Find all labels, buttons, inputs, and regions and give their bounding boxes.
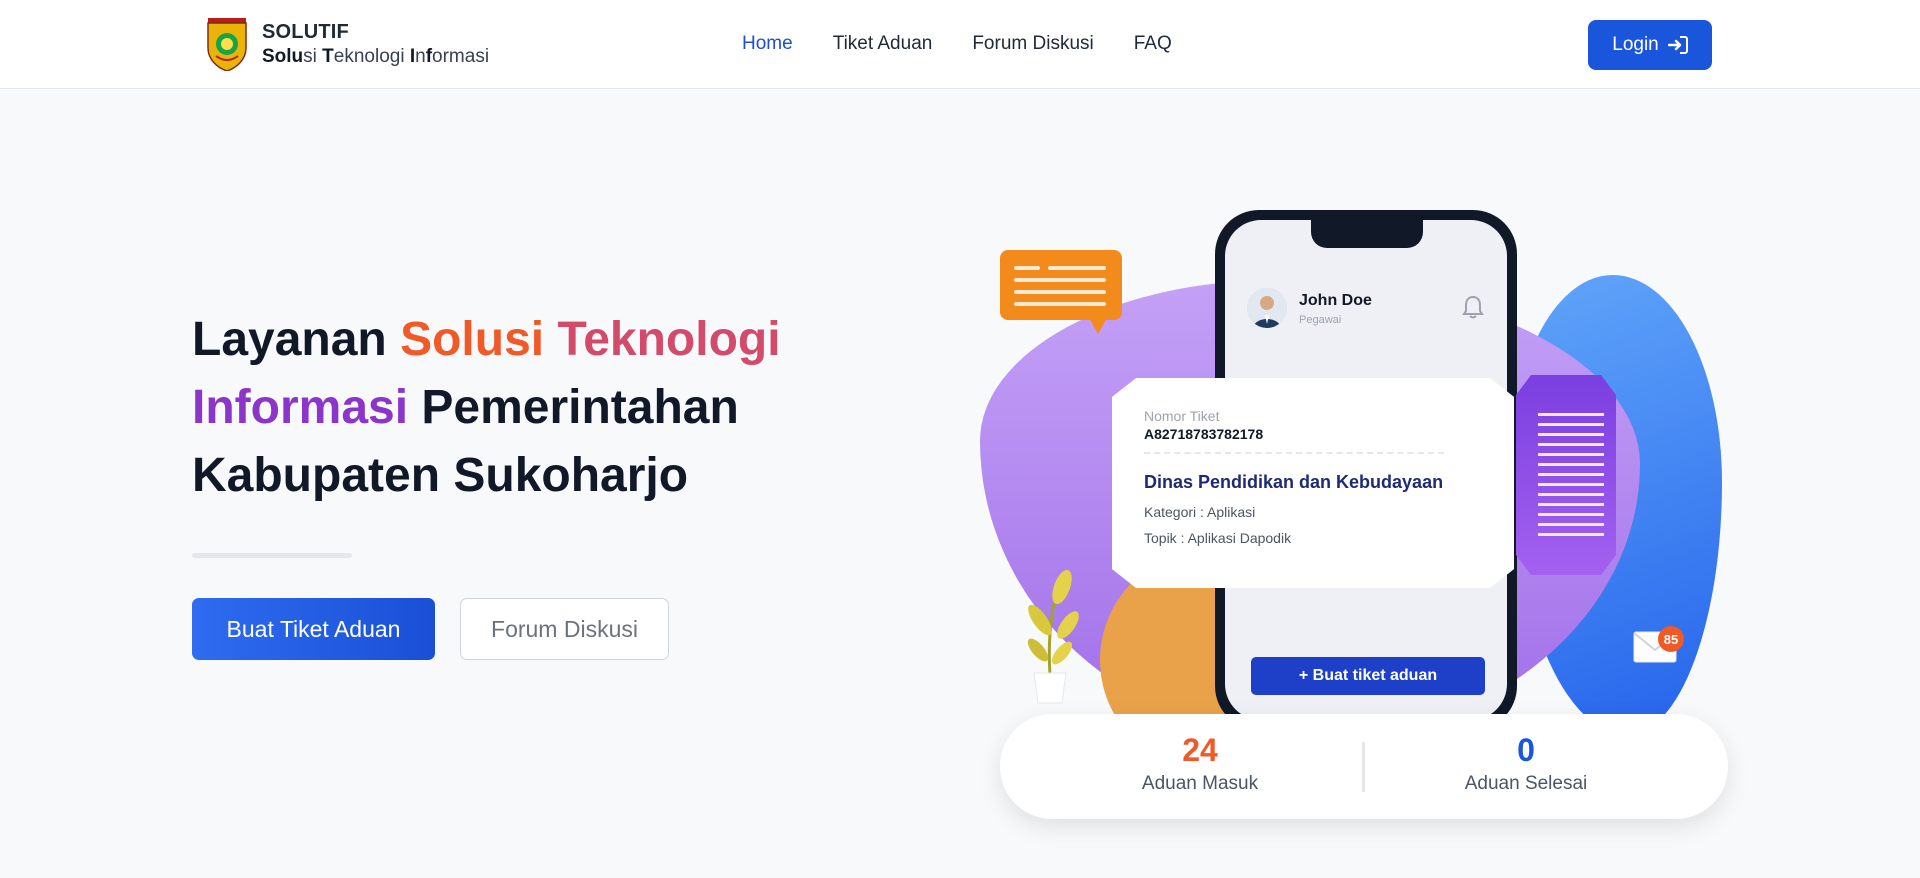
nav-link-home[interactable]: Home	[742, 33, 793, 55]
main-nav: Home Tiket Aduan Forum Diskusi FAQ	[742, 33, 1212, 55]
login-button[interactable]: Login	[1588, 20, 1712, 70]
hero-title: Layanan Solusi Teknologi Informasi Pemeri…	[192, 306, 832, 510]
ticket-number: A82718783782178	[1144, 426, 1264, 442]
stat-label: Aduan Selesai	[1464, 773, 1588, 794]
mail-badge: 85	[1658, 626, 1684, 652]
profile-role: Pegawai	[1299, 314, 1342, 326]
document-icon	[1516, 375, 1616, 575]
hero-divider	[192, 553, 352, 558]
hero-title-highlight2: Teknologi	[557, 313, 781, 366]
phone-buat-tiket-button: + Buat tiket aduan	[1251, 657, 1485, 695]
profile-name: John Doe	[1299, 292, 1372, 309]
stat-aduan-selesai: 0 Aduan Selesai	[1376, 732, 1676, 795]
nav-link-faq[interactable]: FAQ	[1134, 33, 1172, 55]
stat-value: 0	[1517, 732, 1535, 768]
chat-bubble-tail	[1088, 316, 1108, 334]
hero-title-highlight3: Informasi	[192, 381, 409, 434]
ticket-category: Kategori : Aplikasi	[1144, 504, 1256, 520]
brand-subtitle-part: Solu	[262, 46, 304, 67]
brand-name: SOLUTIF	[262, 21, 349, 43]
chat-bubble-icon	[1000, 250, 1122, 320]
ticket-topic: Topik : Aplikasi Dapodik	[1144, 530, 1292, 546]
ticket-number-label: Nomor Tiket	[1144, 408, 1220, 424]
stat-label: Aduan Masuk	[1141, 773, 1259, 794]
phone-notch	[1311, 220, 1423, 248]
login-label: Login	[1612, 34, 1659, 55]
avatar	[1247, 288, 1287, 328]
brand[interactable]: SOLUTIF Solusi Teknologi Informasi	[206, 18, 489, 71]
navbar: SOLUTIF Solusi Teknologi Informasi Home …	[0, 0, 1920, 89]
forum-diskusi-button[interactable]: Forum Diskusi	[460, 598, 669, 660]
brand-subtitle-part: si	[303, 46, 323, 67]
brand-subtitle-part: ormasi	[432, 46, 490, 67]
stat-aduan-masuk: 24 Aduan Masuk	[1050, 732, 1350, 795]
brand-subtitle-part: eknologi	[333, 46, 410, 67]
brand-subtitle-part: n	[415, 46, 426, 67]
nav-link-tiket-aduan[interactable]: Tiket Aduan	[833, 33, 933, 55]
bell-icon	[1462, 295, 1484, 319]
nav-link-forum-diskusi[interactable]: Forum Diskusi	[972, 33, 1093, 55]
hero-title-part1: Layanan	[192, 313, 401, 366]
stat-divider	[1362, 742, 1365, 792]
ticket-department: Dinas Pendidikan dan Kebudayaan	[1144, 472, 1444, 492]
ticket-card: Nomor Tiket A82718783782178 Dinas Pendid…	[1112, 378, 1514, 588]
stats-card: 24 Aduan Masuk 0 Aduan Selesai	[1000, 714, 1728, 819]
brand-subtitle: Solusi Teknologi Informasi	[262, 46, 489, 68]
stat-value: 24	[1182, 732, 1218, 768]
hero-title-highlight1: Solusi	[400, 313, 558, 366]
brand-subtitle-part: T	[322, 46, 334, 67]
ticket-separator	[1144, 452, 1444, 454]
plant-icon	[1027, 569, 1079, 704]
sign-in-icon	[1667, 36, 1688, 54]
sukoharjo-emblem-logo	[207, 18, 247, 71]
buat-tiket-aduan-button[interactable]: Buat Tiket Aduan	[192, 598, 435, 660]
